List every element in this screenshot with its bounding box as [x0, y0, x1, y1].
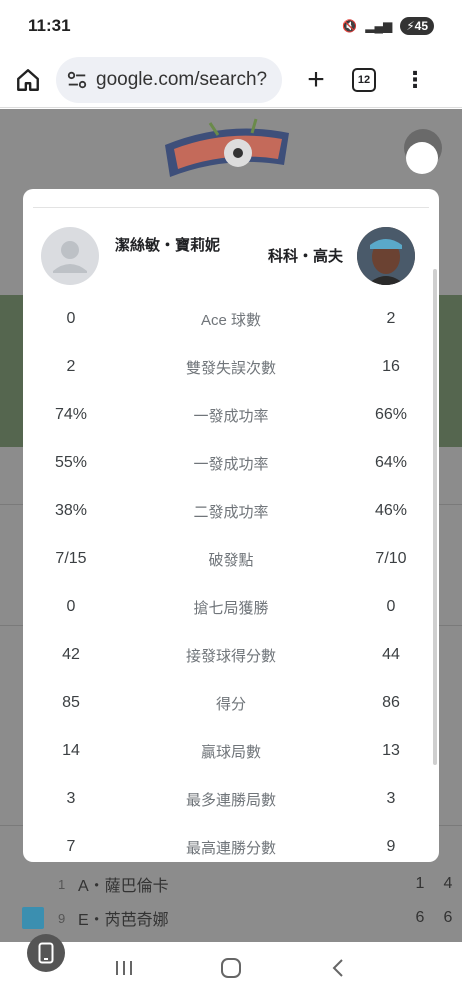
list-item: 9 E・芮芭奇娜 6 6 [0, 901, 462, 935]
stat-label: 最多連勝局數 [185, 791, 276, 809]
system-nav-bar [0, 942, 462, 1000]
stat-right: 13 [382, 742, 400, 759]
mute-icon: 🔇 [342, 19, 358, 33]
stat-label: 破發點 [208, 551, 254, 569]
stat-right: 64% [374, 454, 408, 471]
stat-row: 55% 一發成功率 64% [23, 439, 439, 487]
tab-switcher-button[interactable]: 12 [352, 67, 376, 92]
back-icon [332, 959, 344, 977]
stat-left: 3 [66, 790, 76, 807]
screen-assist-button[interactable] [27, 934, 65, 972]
stat-label: 二發成功率 [193, 503, 269, 521]
stat-label: Ace 球數 [200, 311, 261, 329]
stat-row: 7/15 破發點 7/10 [23, 535, 439, 583]
stat-left: 2 [66, 358, 76, 375]
stat-left: 7 [66, 838, 76, 855]
stat-row: 42 接發球得分數 44 [23, 631, 439, 679]
stat-label: 接發球得分數 [185, 647, 276, 665]
home-nav-button[interactable] [211, 957, 251, 985]
player-right-name: 科科・高夫 [267, 248, 343, 265]
list-item: 1 A・薩巴倫卡 1 4 [58, 875, 453, 895]
new-tab-button[interactable]: + [298, 62, 334, 98]
stat-right: 0 [386, 598, 396, 615]
stat-left: 14 [62, 742, 80, 759]
recent-apps-icon [115, 961, 132, 975]
stat-left: 7/15 [55, 550, 87, 567]
close-dialog-button[interactable] [406, 142, 438, 174]
stat-row: 85 得分 86 [23, 679, 439, 727]
status-icons: 🔇 ▂▄▆ ⚡45 [342, 17, 434, 35]
browser-toolbar: google.com/search? + 12 ⋮ [0, 52, 462, 108]
stat-row: 14 贏球局數 13 [23, 727, 439, 775]
stat-row: 3 最多連勝局數 3 [23, 775, 439, 823]
stat-right: 86 [382, 694, 400, 711]
scrollbar[interactable] [433, 269, 437, 765]
stat-left: 55% [54, 454, 88, 471]
stat-row: 2 雙發失誤次數 16 [23, 343, 439, 391]
url-text: google.com/search? [96, 68, 268, 90]
stat-right: 3 [386, 790, 396, 807]
stat-left: 42 [62, 646, 80, 663]
battery-level: 45 [414, 19, 428, 33]
battery-icon: ⚡45 [400, 17, 434, 35]
status-time: 11:31 [28, 16, 71, 35]
recent-apps-button[interactable] [104, 958, 144, 984]
stat-right: 2 [386, 310, 396, 327]
stat-right: 44 [382, 646, 400, 663]
stat-row: 0 Ace 球數 2 [23, 295, 439, 343]
stat-label: 贏球局數 [200, 743, 261, 761]
player-left-avatar [41, 227, 99, 285]
person-placeholder-icon [53, 241, 87, 273]
google-doodle-logo [165, 118, 289, 177]
players-header: 潔絲敏・寶莉妮 科科・高夫 [23, 225, 439, 287]
stat-left: 0 [66, 598, 76, 615]
background-match-list: 1 A・薩巴倫卡 1 4 9 E・芮芭奇娜 6 6 [0, 867, 462, 935]
stat-row: 74% 一發成功率 66% [23, 391, 439, 439]
stat-right: 46% [374, 502, 408, 519]
stat-right: 66% [374, 406, 408, 423]
home-nav-icon [220, 958, 241, 978]
stat-label: 一發成功率 [193, 455, 269, 473]
signal-icon: ▂▄▆ [365, 19, 393, 33]
back-button[interactable] [318, 957, 358, 985]
stat-left: 38% [54, 502, 88, 519]
player-photo-image [357, 227, 415, 285]
stat-right: 7/10 [375, 550, 407, 567]
stat-row: 7 最高連勝分數 9 [23, 823, 439, 862]
player-right-photo [357, 227, 415, 285]
phone-icon [38, 942, 54, 964]
stat-left: 85 [62, 694, 80, 711]
stat-label: 雙發失誤次數 [185, 359, 276, 377]
stat-row: 0 搶七局獲勝 0 [23, 583, 439, 631]
stat-label: 搶七局獲勝 [193, 599, 269, 617]
status-bar: 11:31 🔇 ▂▄▆ ⚡45 [0, 0, 462, 52]
stats-table: 0 Ace 球數 2 2 雙發失誤次數 16 74% 一發成功率 66% 55% 一發成功率 64% 3… [23, 295, 439, 862]
kazakhstan-flag-icon [22, 907, 44, 929]
stat-row: 38% 二發成功率 46% [23, 487, 439, 535]
divider [33, 207, 429, 208]
stat-left: 74% [54, 406, 88, 423]
stat-right: 16 [382, 358, 400, 375]
more-menu-icon[interactable]: ⋮ [404, 68, 426, 91]
player-left-name: 潔絲敏・寶莉妮 [115, 237, 221, 254]
stat-label: 一發成功率 [193, 407, 269, 425]
match-stats-dialog: 潔絲敏・寶莉妮 科科・高夫 0 Ace 球數 2 2 雙發失誤次數 16 74% 一發成功率 6… [23, 189, 439, 862]
stat-label: 最高連勝分數 [185, 839, 276, 857]
stat-label: 得分 [215, 695, 246, 713]
home-button[interactable] [10, 62, 46, 98]
home-icon [17, 68, 39, 91]
site-settings-icon[interactable] [66, 69, 88, 91]
address-bar[interactable]: google.com/search? [56, 56, 282, 103]
stat-left: 0 [66, 310, 76, 327]
stat-right: 9 [386, 838, 396, 855]
